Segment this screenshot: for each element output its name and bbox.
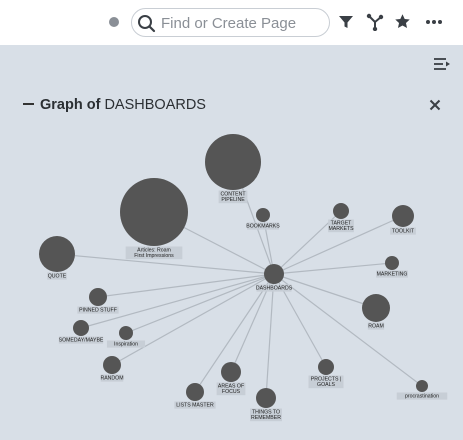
graph-node-circle[interactable]: [333, 203, 349, 219]
graph-node-roam[interactable]: ROAM: [362, 294, 390, 330]
graph-node-content-pipeline[interactable]: CONTENTPIPELINE: [205, 134, 261, 204]
graph-node-label: DASHBOARDS: [256, 286, 293, 292]
graph-node-label: Inspiration: [114, 342, 138, 348]
graph-node-circle[interactable]: [205, 134, 261, 190]
graph-edge-pinned-stuff: [97, 273, 275, 298]
graph-edge-random: [111, 273, 275, 366]
graph-node-procrastination[interactable]: procrastination: [396, 380, 448, 400]
graph-node-label: MARKETING: [377, 272, 408, 278]
graph-node-target-markets[interactable]: TARGETMARKETS: [328, 203, 354, 233]
graph-node-label: TOOLKIT: [392, 229, 415, 235]
graph-node-label: RANDOM: [100, 376, 123, 382]
graph-node-label: PIPELINE: [221, 197, 245, 203]
graph-node-circle[interactable]: [120, 178, 188, 246]
graph-node-things-to-remember[interactable]: THINGS TOREMEMBER: [250, 388, 282, 422]
graph-node-circle[interactable]: [385, 256, 399, 270]
graph-node-label: QUOTE: [48, 274, 67, 280]
graph-node-label: ROAM: [368, 324, 384, 330]
graph-node-circle[interactable]: [89, 288, 107, 306]
graph-node-marketing[interactable]: MARKETING: [376, 256, 408, 278]
graph-node-inspiration[interactable]: Inspiration: [106, 326, 146, 348]
graph-node-circle[interactable]: [103, 356, 121, 374]
graph-node-pinned-stuff[interactable]: PINNED STUFF: [77, 288, 119, 314]
graph-node-label: MARKETS: [328, 226, 354, 232]
graph-node-articles-roam[interactable]: Articles: RoamFirst Impressions: [120, 178, 188, 260]
graph-node-circle[interactable]: [73, 320, 89, 336]
graph-node-areas-of-focus[interactable]: AREAS OFFOCUS: [216, 362, 246, 396]
graph-edge-someday-maybe: [80, 273, 275, 329]
graph-node-circle[interactable]: [186, 383, 204, 401]
graph-node-circle[interactable]: [264, 264, 284, 284]
graph-node-circle[interactable]: [416, 380, 428, 392]
graph-node-label: REMEMBER: [251, 415, 281, 421]
graph-edge-marketing: [273, 262, 393, 275]
graph-node-label: procrastination: [405, 394, 439, 400]
graph-node-toolkit[interactable]: TOOLKIT: [390, 205, 416, 235]
graph-node-circle[interactable]: [256, 388, 276, 408]
graph-node-circle[interactable]: [392, 205, 414, 227]
graph-node-label: BOOKMARKS: [246, 224, 280, 230]
graph-node-circle[interactable]: [221, 362, 241, 382]
graph-node-label: SOMEDAY/MAYBE: [59, 338, 104, 344]
page-graph[interactable]: CONTENTPIPELINE Articles: RoamFirst Impre…: [0, 0, 463, 440]
graph-edge-procrastination: [273, 273, 423, 387]
graph-edge-things-to-remember: [265, 273, 275, 399]
graph-node-label: FOCUS: [222, 389, 241, 395]
graph-node-label: PINNED STUFF: [79, 308, 117, 314]
graph-node-circle[interactable]: [256, 208, 270, 222]
graph-node-label: First Impressions: [134, 253, 174, 259]
graph-node-projects-goals[interactable]: PROJECTS |GOALS: [308, 359, 344, 389]
graph-node-circle[interactable]: [318, 359, 334, 375]
graph-node-label: LISTS MASTER: [176, 403, 214, 409]
graph-node-circle[interactable]: [39, 236, 75, 272]
graph-node-label: GOALS: [317, 382, 335, 388]
graph-node-quote[interactable]: QUOTE: [39, 236, 75, 280]
graph-node-lists-master[interactable]: LISTS MASTER: [174, 383, 216, 409]
graph-node-circle[interactable]: [119, 326, 133, 340]
graph-node-circle[interactable]: [362, 294, 390, 322]
